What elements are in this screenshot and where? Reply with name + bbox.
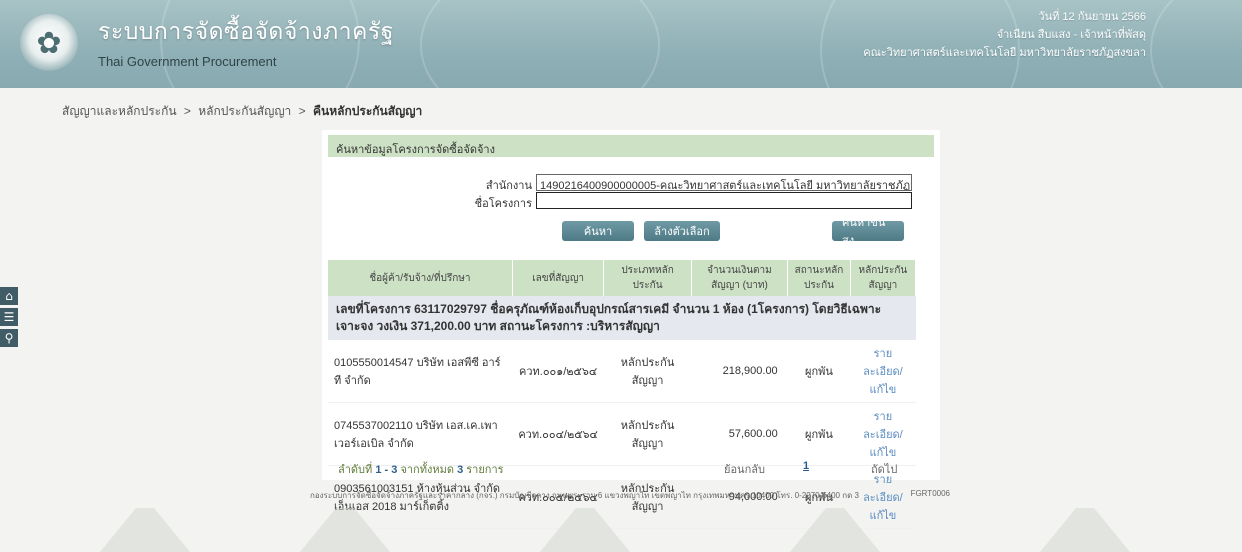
detail-edit-link[interactable]: รายละเอียด/แก้ไข xyxy=(863,411,903,459)
column-header: ชื่อผู้ค้า/รับจ้าง/ที่ปรึกษา xyxy=(328,260,513,296)
user-organization: คณะวิทยาศาสตร์และเทคโนโลยี มหาวิทยาลัยรา… xyxy=(863,47,1146,59)
background-decoration xyxy=(1040,508,1130,552)
current-date: วันที่ 12 กันยายน 2566 xyxy=(1038,11,1146,23)
project-row: ชื่อโครงการ xyxy=(322,192,940,212)
result-summary: ลำดับที่ 1 - 3 จากทั้งหมด 3 รายการ xyxy=(338,460,504,478)
user-info: วันที่ 12 กันยายน 2566 จำเนียน สืบแสง - … xyxy=(863,8,1146,62)
search-icon[interactable]: ⚲ xyxy=(0,329,18,347)
column-header: สถานะหลักประกัน xyxy=(787,260,851,296)
project-name-input[interactable] xyxy=(536,192,912,209)
status-cell: ผูกพัน xyxy=(787,340,851,403)
agency-row: สำนักงาน 1490216400900000005-คณะวิทยาศาส… xyxy=(322,174,940,194)
clear-button[interactable]: ล้างตัวเลือก xyxy=(644,221,720,241)
advanced-search-button[interactable]: ค้นหาขั้นสูง xyxy=(832,217,904,247)
table-row: 0105550014547 บริษัท เอสพีซี อาร์ที จำกั… xyxy=(328,340,916,403)
search-panel: ค้นหาข้อมูลโครงการจัดซื้อจัดจ้าง สำนักงา… xyxy=(322,130,940,529)
column-header: หลักประกันสัญญา xyxy=(850,260,917,296)
table-header-row: ชื่อผู้ค้า/รับจ้าง/ที่ปรึกษา เลขที่สัญญา… xyxy=(328,260,917,296)
background-decoration xyxy=(100,508,190,552)
home-icon[interactable]: ⌂ xyxy=(0,287,18,305)
breadcrumb-current: คืนหลักประกันสัญญา xyxy=(313,104,423,118)
type-cell: หลักประกันสัญญา xyxy=(603,340,692,403)
site-header: ✿ ระบบการจัดซื้อจัดจ้างภาครัฐ Thai Gover… xyxy=(0,0,1242,88)
breadcrumb-guarantee[interactable]: หลักประกันสัญญา xyxy=(198,104,291,118)
column-header: ประเภทหลักประกัน xyxy=(603,260,692,296)
menu-icon[interactable]: ☰ xyxy=(0,308,18,326)
detail-edit-link[interactable]: รายละเอียด/แก้ไข xyxy=(863,348,903,396)
amount-cell: 57,600.00 xyxy=(691,402,788,466)
user-name: จำเนียน สืบแสง - เจ้าหน้าที่พัสดุ xyxy=(996,29,1146,41)
site-title: ระบบการจัดซื้อจัดจ้างภาครัฐ xyxy=(98,19,394,45)
prev-page-button[interactable]: ย้อนกลับ xyxy=(724,460,765,478)
header-decoration xyxy=(420,0,660,88)
page-footer: กองระบบการจัดซื้อจัดจ้างภาครัฐและราคากลา… xyxy=(310,489,950,502)
summary-mid: จากทั้งหมด xyxy=(400,464,454,476)
breadcrumb-separator: > xyxy=(298,104,306,118)
garuda-logo-icon: ✿ xyxy=(20,14,78,72)
contract-cell: ควท.๐๐๑/๒๕๖๔ xyxy=(512,340,604,403)
contract-cell: ควท.๐๐๔/๒๕๖๔ xyxy=(512,402,604,466)
project-info: เลขที่โครงการ 63117029797 ชื่อครุภัณฑ์ห้… xyxy=(328,296,916,340)
side-toolbar: ⌂ ☰ ⚲ xyxy=(0,287,18,350)
vendor-cell: 0745537002110 บริษัท เอส.เค.เพาเวอร์เอเบ… xyxy=(328,402,513,466)
pagination: ลำดับที่ 1 - 3 จากทั้งหมด 3 รายการ ย้อนก… xyxy=(328,460,916,476)
summary-prefix: ลำดับที่ xyxy=(338,464,373,476)
project-label: ชื่อโครงการ xyxy=(474,198,532,210)
agency-field[interactable]: 1490216400900000005-คณะวิทยาศาสตร์และเทค… xyxy=(536,174,912,191)
amount-cell: 218,900.00 xyxy=(691,340,788,403)
site-subtitle: Thai Government Procurement xyxy=(98,54,277,69)
page-code: FGRT0006 xyxy=(910,489,950,498)
breadcrumb: สัญญาและหลักประกัน > หลักประกันสัญญา > ค… xyxy=(62,102,422,121)
summary-suffix: รายการ xyxy=(466,464,504,476)
project-group-row: เลขที่โครงการ 63117029797 ชื่อครุภัณฑ์ห้… xyxy=(328,296,916,340)
type-cell: หลักประกันสัญญา xyxy=(603,402,692,466)
next-page-button[interactable]: ถัดไป xyxy=(871,460,897,478)
footer-text: กองระบบการจัดซื้อจัดจ้างภาครัฐและราคากลา… xyxy=(310,491,859,500)
status-cell: ผูกพัน xyxy=(787,402,851,466)
table-row: 0745537002110 บริษัท เอส.เค.เพาเวอร์เอเบ… xyxy=(328,402,916,466)
breadcrumb-contracts[interactable]: สัญญาและหลักประกัน xyxy=(62,104,177,118)
breadcrumb-separator: > xyxy=(183,104,191,118)
column-header: จำนวนเงินตามสัญญา (บาท) xyxy=(691,260,789,296)
vendor-cell: 0105550014547 บริษัท เอสพีซี อาร์ที จำกั… xyxy=(328,340,513,403)
column-header: เลขที่สัญญา xyxy=(512,260,605,296)
summary-total: 3 xyxy=(457,464,464,476)
search-button[interactable]: ค้นหา xyxy=(562,221,634,241)
summary-range: 1 - 3 xyxy=(375,464,398,476)
header-decoration xyxy=(1150,0,1242,88)
panel-title: ค้นหาข้อมูลโครงการจัดซื้อจัดจ้าง xyxy=(328,135,934,157)
page-number-link[interactable]: 1 xyxy=(803,460,809,472)
